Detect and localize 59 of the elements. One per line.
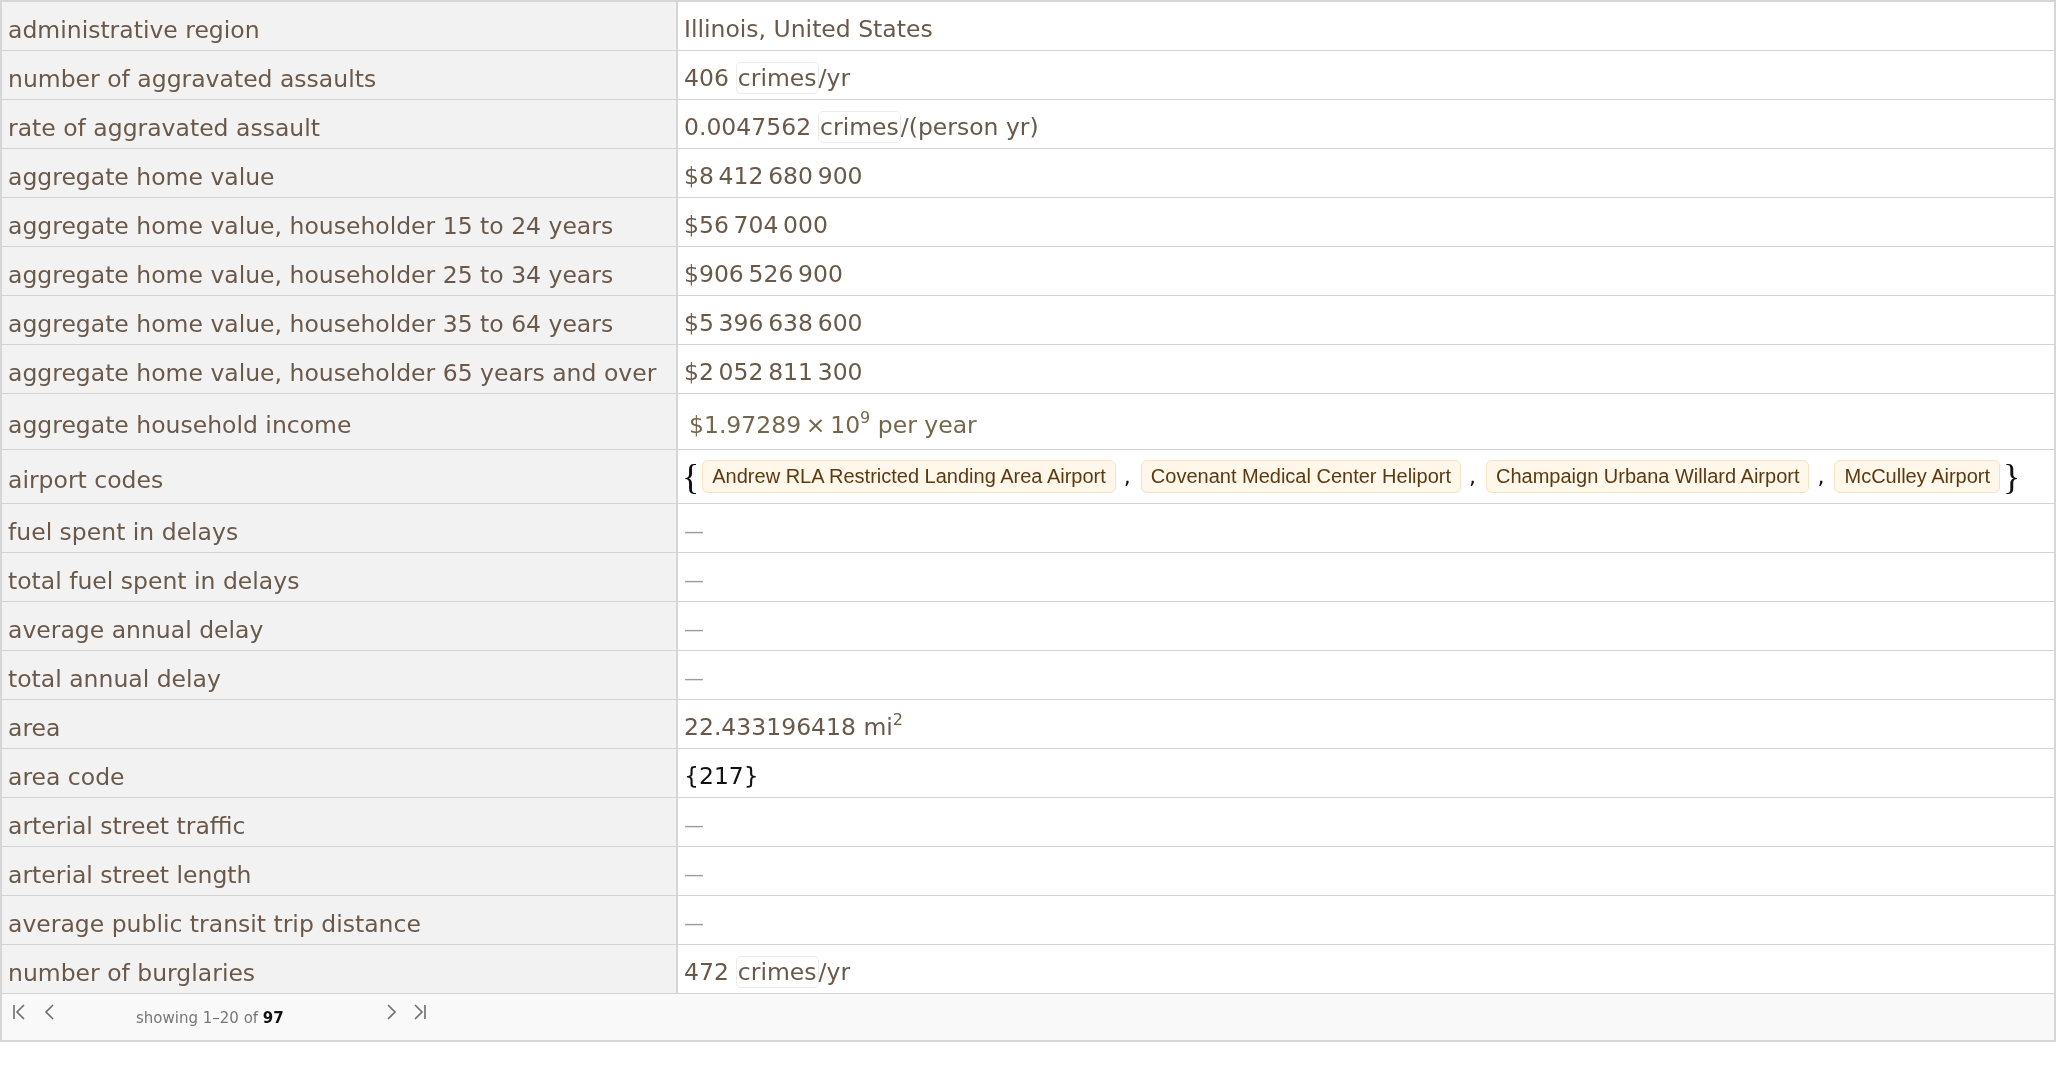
airport-chip: Covenant Medical Center Heliport xyxy=(1140,460,1461,493)
unit-chip: crimes xyxy=(818,111,901,143)
airport-chip: Andrew RLA Restricted Landing Area Airport xyxy=(702,460,1116,493)
missing-value-dash: — xyxy=(684,862,704,886)
row-label: airport codes xyxy=(2,450,678,503)
row-label: aggregate home value, householder 35 to 64 years xyxy=(2,296,678,344)
row-label: number of aggravated assaults xyxy=(2,51,678,99)
row-label: arterial street length xyxy=(2,847,678,895)
row-value: $8 412 680 900 xyxy=(684,162,863,190)
row-value: Illinois, United States xyxy=(684,15,933,43)
row-value: {217} xyxy=(684,762,759,790)
row-label: aggregate home value, householder 25 to 34 years xyxy=(2,247,678,295)
quantity-magnitude: 406 xyxy=(684,64,729,92)
row-value: $2 052 811 300 xyxy=(684,358,863,386)
unit-chip: crimes xyxy=(735,956,819,988)
row-label: arterial street traffic xyxy=(2,798,678,846)
row-label: area xyxy=(2,700,678,748)
airport-chip: McCulley Airport xyxy=(1834,460,2001,493)
close-brace: } xyxy=(2003,455,2021,498)
list-comma: , xyxy=(1469,464,1476,489)
row-label: administrative region xyxy=(2,2,678,50)
row-label: rate of aggravated assault xyxy=(2,100,678,148)
last-page-icon[interactable] xyxy=(413,1003,427,1021)
row-value: 22.433196418 mi$^{2}$ xyxy=(684,713,903,741)
unit-suffix: /yr xyxy=(818,958,851,986)
row-label: total fuel spent in delays xyxy=(2,553,678,601)
row-value: $5 396 638 600 xyxy=(684,309,863,337)
row-label: aggregate home value, householder 15 to 24 years xyxy=(2,198,678,246)
missing-value-dash: — xyxy=(684,666,704,690)
list-comma: , xyxy=(1817,464,1825,489)
list-comma: , xyxy=(1123,464,1131,489)
row-label: number of burglaries xyxy=(2,945,678,993)
row-value: $1.97289 × 10$^{9}$ per year xyxy=(689,410,977,439)
chevron-right-icon[interactable] xyxy=(385,1003,399,1021)
row-label: aggregate household income xyxy=(2,394,678,449)
row-label: aggregate home value xyxy=(2,149,678,197)
chevron-left-icon[interactable] xyxy=(42,1003,56,1021)
missing-value-dash: — xyxy=(684,617,704,641)
airport-chip: Champaign Urbana Willard Airport xyxy=(1486,460,1810,493)
first-page-icon[interactable] xyxy=(12,1003,26,1021)
row-label: area code xyxy=(2,749,678,797)
row-label: average annual delay xyxy=(2,602,678,650)
missing-value-dash: — xyxy=(684,568,704,592)
quantity-magnitude: 0.0047562 xyxy=(684,113,812,141)
missing-value-dash: — xyxy=(684,911,704,935)
row-label: average public transit trip distance xyxy=(2,896,678,944)
pagination-status: showing 1–20 of 97 xyxy=(136,1009,285,1027)
unit-suffix: /(person yr) xyxy=(900,113,1039,141)
row-value: $56 704 000 xyxy=(684,211,828,239)
unit-chip: crimes xyxy=(735,62,819,94)
missing-value-dash: — xyxy=(684,813,704,837)
row-label: aggregate home value, householder 65 years and over xyxy=(2,345,678,393)
row-label: fuel spent in delays xyxy=(2,504,678,552)
row-label: total annual delay xyxy=(2,651,678,699)
quantity-magnitude: 472 xyxy=(684,958,729,986)
unit-suffix: /yr xyxy=(818,64,851,92)
missing-value-dash: — xyxy=(684,519,704,543)
open-brace: { xyxy=(682,455,700,498)
row-value: $906 526 900 xyxy=(684,260,843,288)
